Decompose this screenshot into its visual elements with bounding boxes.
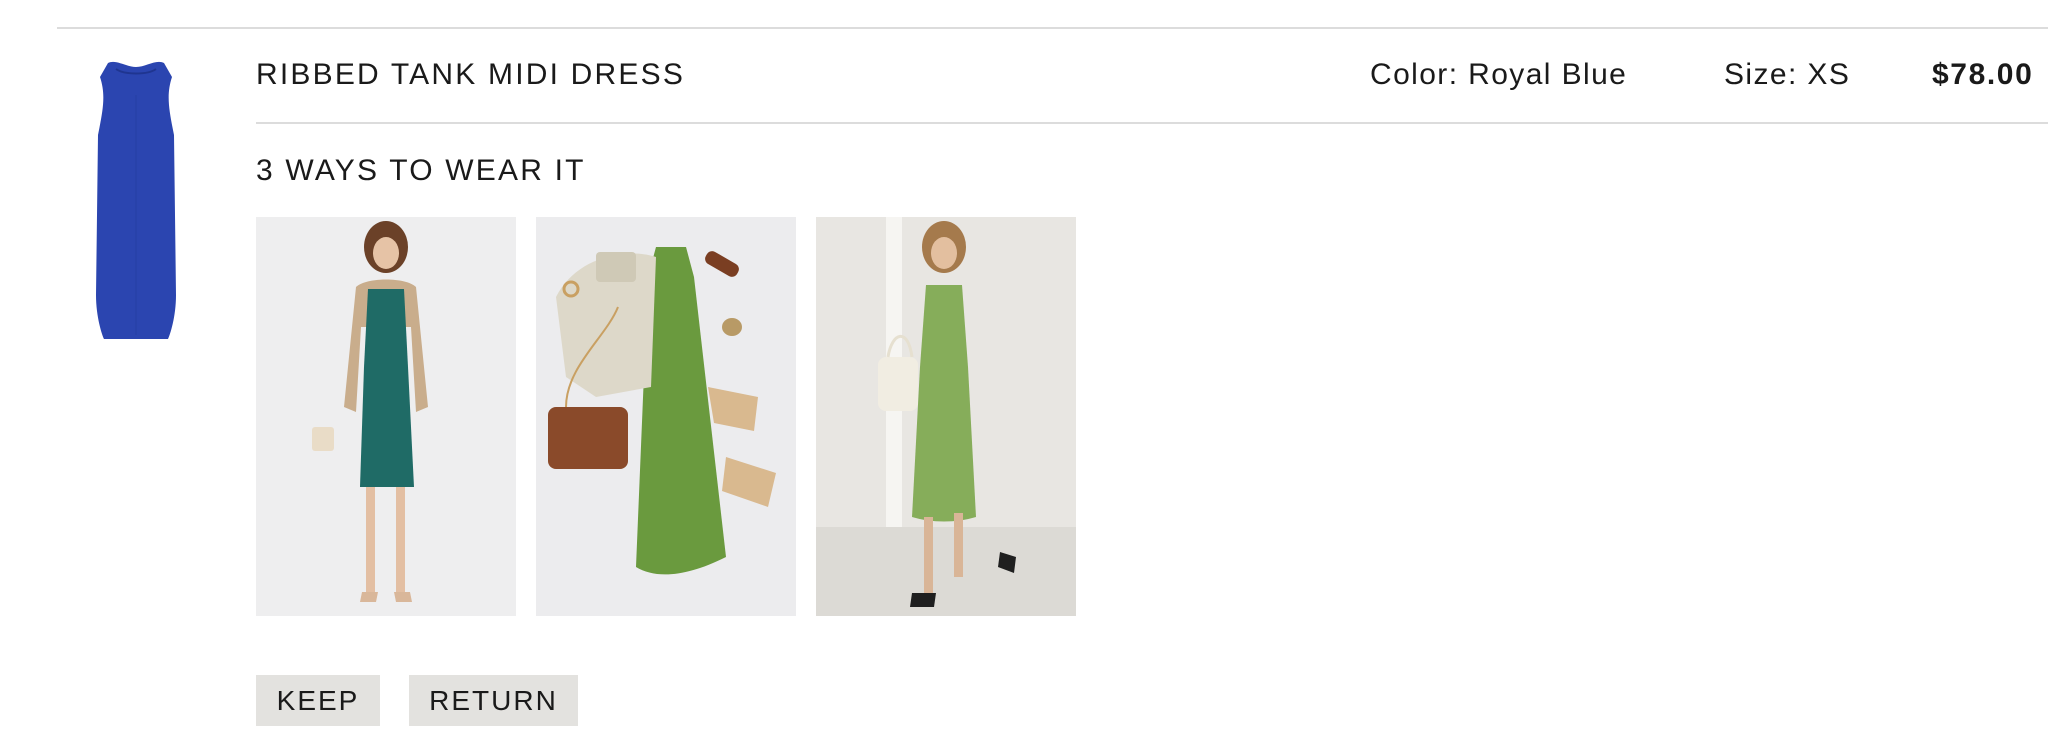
product-price: $78.00 (1932, 58, 2034, 91)
royal-blue-dress-image (96, 61, 176, 339)
product-name: RIBBED TANK MIDI DRESS (256, 58, 686, 91)
look-2-image[interactable] (536, 217, 796, 616)
product-thumbnail[interactable] (86, 55, 186, 345)
product-size: Size: XS (1724, 58, 1851, 91)
look-1-image[interactable] (256, 217, 516, 616)
return-button[interactable]: RETURN (409, 675, 578, 726)
styling-heading: 3 WAYS TO WEAR IT (256, 154, 586, 187)
flatlay-green-dress-photo (536, 217, 796, 616)
order-item: RIBBED TANK MIDI DRESS Color: Royal Blue… (0, 0, 2048, 755)
product-color: Color: Royal Blue (1370, 58, 1628, 91)
model-green-dress-photo (816, 217, 1076, 616)
model-teal-dress-photo (256, 217, 516, 616)
header-divider (256, 122, 2048, 124)
look-3-image[interactable] (816, 217, 1076, 616)
keep-button[interactable]: KEEP (256, 675, 380, 726)
